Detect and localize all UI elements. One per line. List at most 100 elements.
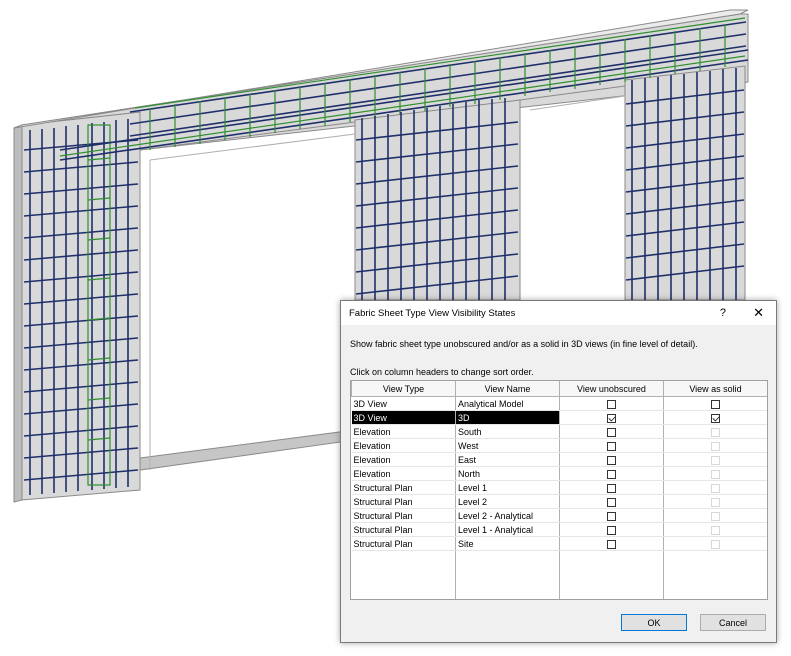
opening-sill bbox=[139, 429, 356, 471]
dialog-title: Fabric Sheet Type View Visibility States bbox=[349, 308, 516, 319]
column-header-view-name[interactable]: View Name bbox=[455, 381, 560, 397]
cell-view-type: Structural Plan bbox=[351, 536, 456, 551]
cell-view-as-solid bbox=[663, 396, 767, 411]
unobscured-checkbox[interactable] bbox=[607, 539, 616, 549]
cell-view-as-solid bbox=[663, 536, 767, 551]
table-body: 3D View Analytical Model 3D View 3D Elevatio… bbox=[351, 396, 767, 599]
cell-view-unobscured bbox=[559, 536, 664, 551]
cell-view-type: Elevation bbox=[351, 438, 456, 453]
dialog-titlebar[interactable]: Fabric Sheet Type View Visibility States… bbox=[341, 301, 776, 325]
table-header-row: View Type View Name View unobscured View as… bbox=[351, 381, 767, 397]
cell-view-name: Level 2 - Analytical bbox=[455, 508, 560, 523]
close-button[interactable]: ✕ bbox=[753, 305, 764, 321]
cell-view-as-solid bbox=[663, 424, 767, 439]
solid-checkbox[interactable] bbox=[711, 413, 720, 423]
filler-cell bbox=[559, 550, 664, 599]
cell-view-type: Elevation bbox=[351, 466, 456, 481]
solid-checkbox bbox=[711, 469, 720, 479]
table-row[interactable]: Elevation East bbox=[351, 452, 767, 467]
cell-view-type: Elevation bbox=[351, 424, 456, 439]
cell-view-unobscured bbox=[559, 438, 664, 453]
solid-checkbox bbox=[711, 483, 720, 493]
cell-view-unobscured bbox=[559, 424, 664, 439]
table-row[interactable]: Elevation North bbox=[351, 466, 767, 481]
unobscured-checkbox[interactable] bbox=[607, 427, 616, 437]
table-row[interactable]: 3D View Analytical Model bbox=[351, 396, 767, 411]
table-row[interactable]: Structural Plan Level 1 - Analytical bbox=[351, 522, 767, 537]
solid-checkbox bbox=[711, 441, 720, 451]
dialog-description: Show fabric sheet type unobscured and/or… bbox=[350, 339, 698, 349]
left-pier-edge bbox=[13, 124, 23, 503]
cell-view-name: Analytical Model bbox=[455, 396, 560, 411]
cell-view-as-solid bbox=[663, 480, 767, 495]
cell-view-type: Structural Plan bbox=[351, 480, 456, 495]
cell-view-unobscured bbox=[559, 522, 664, 537]
cell-view-unobscured bbox=[559, 508, 664, 523]
cell-view-name: Level 2 bbox=[455, 494, 560, 509]
table-row[interactable]: Elevation West bbox=[351, 438, 767, 453]
filler-cell bbox=[663, 550, 767, 599]
cell-view-unobscured bbox=[559, 396, 664, 411]
cell-view-name: East bbox=[455, 452, 560, 467]
cell-view-unobscured bbox=[559, 494, 664, 509]
cell-view-type: 3D View bbox=[351, 410, 456, 425]
unobscured-checkbox[interactable] bbox=[607, 469, 616, 479]
cell-view-as-solid bbox=[663, 466, 767, 481]
solid-checkbox bbox=[711, 539, 720, 549]
cell-view-name: Level 1 bbox=[455, 480, 560, 495]
views-grid: View Type View Name View unobscured View as… bbox=[350, 380, 768, 600]
cell-view-as-solid bbox=[663, 494, 767, 509]
cell-view-type: Structural Plan bbox=[351, 522, 456, 537]
cell-view-unobscured bbox=[559, 466, 664, 481]
table-row[interactable]: Structural Plan Level 2 bbox=[351, 494, 767, 509]
cell-view-type: Elevation bbox=[351, 452, 456, 467]
unobscured-checkbox[interactable] bbox=[607, 483, 616, 493]
solid-checkbox bbox=[711, 511, 720, 521]
help-button[interactable]: ? bbox=[720, 307, 726, 319]
solid-checkbox bbox=[711, 525, 720, 535]
unobscured-checkbox[interactable] bbox=[607, 511, 616, 521]
right-pier-face bbox=[624, 65, 746, 301]
cell-view-unobscured bbox=[559, 410, 664, 425]
views-table: View Type View Name View unobscured View as… bbox=[351, 381, 767, 599]
table-row[interactable]: 3D View 3D bbox=[351, 410, 767, 425]
unobscured-checkbox[interactable] bbox=[607, 441, 616, 451]
filler-cell bbox=[455, 550, 560, 599]
cell-view-name: North bbox=[455, 466, 560, 481]
solid-checkbox[interactable] bbox=[711, 399, 720, 409]
cell-view-name: 3D bbox=[455, 410, 560, 425]
cell-view-as-solid bbox=[663, 438, 767, 453]
column-header-view-type[interactable]: View Type bbox=[351, 381, 456, 397]
cancel-button[interactable]: Cancel bbox=[700, 614, 766, 631]
solid-checkbox bbox=[711, 427, 720, 437]
unobscured-checkbox[interactable] bbox=[607, 455, 616, 465]
sort-hint: Click on column headers to change sort o… bbox=[350, 367, 534, 377]
cell-view-unobscured bbox=[559, 480, 664, 495]
cell-view-as-solid bbox=[663, 452, 767, 467]
cell-view-type: 3D View bbox=[351, 396, 456, 411]
cell-view-name: Site bbox=[455, 536, 560, 551]
filler-cell bbox=[351, 550, 456, 599]
unobscured-checkbox[interactable] bbox=[607, 399, 616, 409]
table-row[interactable]: Structural Plan Level 1 bbox=[351, 480, 767, 495]
unobscured-checkbox[interactable] bbox=[607, 525, 616, 535]
visibility-states-dialog: Fabric Sheet Type View Visibility States… bbox=[340, 300, 777, 643]
table-row[interactable]: Structural Plan Site bbox=[351, 536, 767, 551]
ok-button[interactable]: OK bbox=[621, 614, 687, 631]
solid-checkbox bbox=[711, 455, 720, 465]
column-header-view-unobscured[interactable]: View unobscured bbox=[559, 381, 664, 397]
cell-view-as-solid bbox=[663, 410, 767, 425]
cell-view-unobscured bbox=[559, 452, 664, 467]
cell-view-as-solid bbox=[663, 508, 767, 523]
column-header-view-as-solid[interactable]: View as solid bbox=[663, 381, 767, 397]
unobscured-checkbox[interactable] bbox=[607, 413, 616, 423]
cell-view-name: Level 1 - Analytical bbox=[455, 522, 560, 537]
cell-view-name: West bbox=[455, 438, 560, 453]
table-row[interactable]: Structural Plan Level 2 - Analytical bbox=[351, 508, 767, 523]
table-row[interactable]: Elevation South bbox=[351, 424, 767, 439]
cell-view-as-solid bbox=[663, 522, 767, 537]
unobscured-checkbox[interactable] bbox=[607, 497, 616, 507]
table-filler-row bbox=[351, 550, 767, 599]
cell-view-name: South bbox=[455, 424, 560, 439]
cell-view-type: Structural Plan bbox=[351, 494, 456, 509]
